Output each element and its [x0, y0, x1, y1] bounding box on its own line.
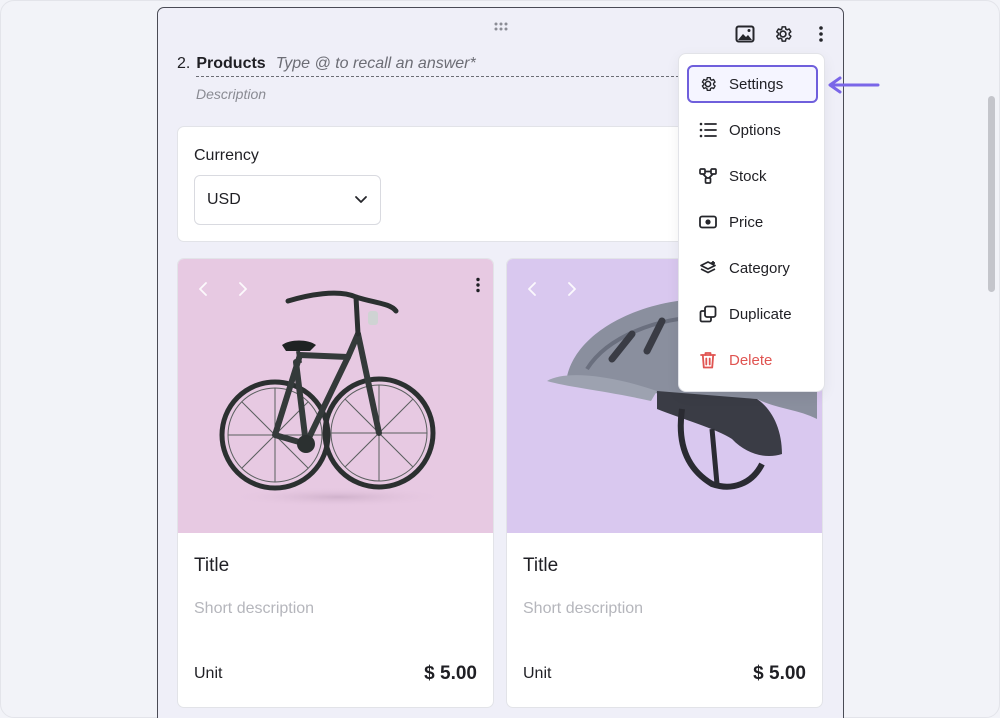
- menu-item-label: Options: [729, 121, 781, 139]
- scrollbar-thumb[interactable]: [988, 96, 995, 292]
- list-icon: [699, 121, 717, 139]
- copy-icon: [699, 305, 717, 323]
- card-options-menu: Settings Options Stock Price Category Du…: [678, 53, 825, 392]
- product-description[interactable]: Short description: [523, 600, 643, 618]
- menu-item-options[interactable]: Options: [687, 111, 818, 149]
- product-unit[interactable]: Unit: [523, 665, 551, 683]
- chevron-down-icon: [354, 191, 368, 209]
- bicycle-illustration: [219, 290, 448, 507]
- cash-icon: [699, 213, 717, 231]
- menu-item-category[interactable]: Category: [687, 249, 818, 287]
- currency-panel: Currency USD: [177, 126, 707, 242]
- currency-select[interactable]: USD: [194, 175, 381, 225]
- chevron-right-icon[interactable]: [563, 281, 579, 297]
- trash-icon: [699, 351, 717, 369]
- pointer-arrow-icon: [828, 76, 880, 94]
- chevron-right-icon[interactable]: [234, 281, 250, 297]
- question-header: 2. Products Type @ to recall an answer*: [177, 55, 476, 73]
- chevron-left-icon[interactable]: [525, 281, 541, 297]
- image-navigation: [525, 281, 579, 297]
- menu-item-price[interactable]: Price: [687, 203, 818, 241]
- gear-icon: [699, 75, 717, 93]
- product-unit[interactable]: Unit: [194, 665, 222, 683]
- question-placeholder[interactable]: Type @ to recall an answer*: [276, 55, 476, 73]
- image-icon[interactable]: [735, 24, 755, 44]
- gear-icon[interactable]: [773, 24, 793, 44]
- menu-item-duplicate[interactable]: Duplicate: [687, 295, 818, 333]
- menu-item-delete[interactable]: Delete: [687, 341, 818, 379]
- product-description[interactable]: Short description: [194, 600, 314, 618]
- product-card[interactable]: Title Short description Unit $ 5.00: [177, 258, 494, 708]
- card-actions: [735, 24, 831, 44]
- title-underline: [196, 76, 684, 77]
- menu-item-label: Stock: [729, 167, 767, 185]
- more-vertical-icon[interactable]: [811, 24, 831, 44]
- menu-item-stock[interactable]: Stock: [687, 157, 818, 195]
- product-price[interactable]: $ 5.00: [424, 663, 477, 685]
- product-image-bicycle[interactable]: [178, 259, 493, 533]
- menu-item-settings[interactable]: Settings: [687, 65, 818, 103]
- product-title[interactable]: Title: [194, 555, 229, 577]
- currency-value: USD: [207, 191, 241, 208]
- chevron-left-icon[interactable]: [196, 281, 212, 297]
- menu-item-label: Delete: [729, 351, 773, 369]
- currency-label: Currency: [194, 147, 259, 164]
- question-number: 2.: [177, 55, 191, 72]
- menu-item-label: Price: [729, 213, 764, 231]
- more-vertical-icon[interactable]: [475, 277, 481, 293]
- menu-item-label: Duplicate: [729, 305, 792, 323]
- question-description[interactable]: Description: [196, 86, 266, 102]
- drag-handle-icon[interactable]: [493, 20, 509, 32]
- product-price[interactable]: $ 5.00: [753, 663, 806, 685]
- menu-item-label: Category: [729, 259, 790, 277]
- nodes-icon: [699, 167, 717, 185]
- image-navigation: [196, 281, 250, 297]
- layers-icon: [699, 259, 717, 277]
- product-title[interactable]: Title: [523, 555, 558, 577]
- scrollbar[interactable]: [988, 96, 996, 292]
- menu-item-label: Settings: [729, 75, 784, 93]
- question-title[interactable]: Products: [196, 55, 265, 73]
